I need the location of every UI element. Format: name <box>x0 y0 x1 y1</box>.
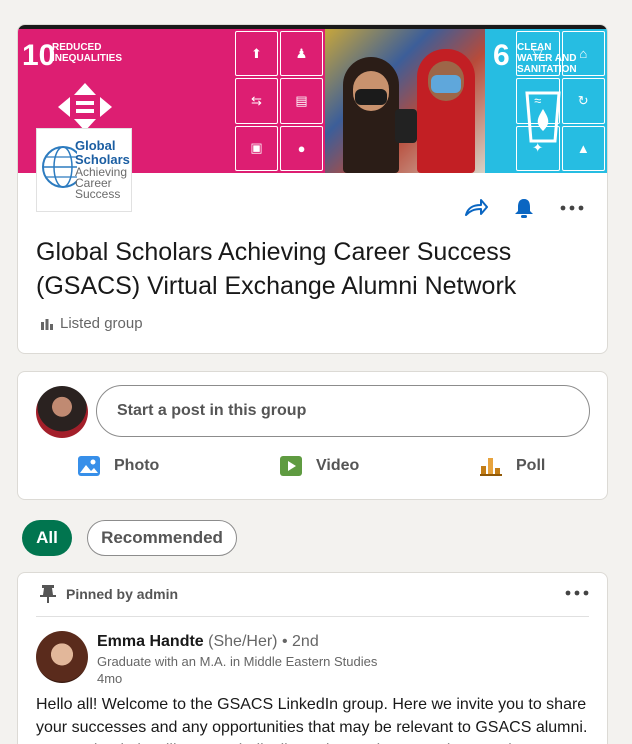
visibility-label: Listed group <box>60 315 143 332</box>
start-post-input[interactable]: Start a post in this group <box>96 385 590 437</box>
pinned-label: Pinned by admin <box>66 586 179 602</box>
video-button[interactable]: Video <box>280 456 359 476</box>
divider <box>36 616 589 617</box>
author-pronouns: (She/Her) <box>208 633 278 650</box>
video-icon <box>280 456 302 476</box>
water-glass-icon <box>525 91 561 143</box>
post-composer: Start a post in this group Photo Video P… <box>17 371 608 500</box>
book-icon: ▣ <box>235 125 278 171</box>
post-more-icon[interactable] <box>565 583 589 601</box>
author-avatar[interactable] <box>36 631 88 683</box>
group-icon <box>41 318 53 330</box>
more-icon[interactable] <box>559 195 585 221</box>
sdg6-text: CLEAN WATER AND SANITATION <box>517 42 577 75</box>
globe-icon <box>42 146 77 188</box>
people-icon: ♟ <box>280 31 323 77</box>
author-line: Emma Handte (She/Her) • 2nd <box>97 633 319 651</box>
poll-label: Poll <box>516 457 546 474</box>
person-icon: ● <box>280 125 323 171</box>
post-body: Hello all! Welcome to the GSACS LinkedIn… <box>36 696 588 744</box>
flow-icon: ⇆ <box>235 78 278 124</box>
group-visibility: Listed group <box>40 315 143 332</box>
connection-degree: • 2nd <box>281 633 319 650</box>
photo-label: Photo <box>114 457 160 474</box>
pin-icon <box>40 585 56 603</box>
video-label: Video <box>316 457 360 474</box>
logo-line5: Success <box>75 187 121 201</box>
sdg10-number: 10 <box>22 39 56 72</box>
share-icon[interactable] <box>463 195 489 221</box>
logo-tagline: Achieving Career Success <box>75 166 127 201</box>
equality-arrows-icon <box>58 83 112 131</box>
group-header-card: 10 REDUCED INEQUALITIES ⬆ ♟ ⇆ ▤ ▣ ● 6 CL… <box>17 24 608 354</box>
poll-icon <box>480 458 502 476</box>
filter-all[interactable]: All <box>22 520 72 556</box>
pinned-row: Pinned by admin <box>40 585 178 603</box>
photo-button[interactable]: Photo <box>78 456 159 476</box>
sdg10-text: REDUCED INEQUALITIES <box>52 42 123 64</box>
group-actions <box>463 195 585 221</box>
post-time: 4mo <box>97 671 123 686</box>
banner-photo <box>325 29 485 173</box>
group-title: Global Scholars Achieving Career Success… <box>36 238 517 300</box>
logo-line1: Global <box>75 138 116 153</box>
composer-actions: Photo Video Poll <box>18 456 607 484</box>
document-icon: ▤ <box>280 78 323 124</box>
poll-button[interactable]: Poll <box>480 456 545 476</box>
sdg6-number: 6 <box>493 39 510 72</box>
photo-icon <box>78 456 100 476</box>
mountain-icon: ▲ <box>561 125 605 171</box>
recycle-icon: ↻ <box>561 78 605 124</box>
avatar[interactable] <box>36 386 88 438</box>
sdg6-block: 6 CLEAN WATER AND SANITATION <box>485 29 577 173</box>
group-logo: Global Scholars Achieving Career Success <box>36 128 132 212</box>
author-headline: Graduate with an M.A. in Middle Eastern … <box>97 654 378 669</box>
author-name[interactable]: Emma Handte <box>97 633 204 650</box>
pinned-post: Pinned by admin Emma Handte (She/Her) • … <box>17 572 608 744</box>
coins-icon: ⬆ <box>235 31 278 77</box>
bell-icon[interactable] <box>511 195 537 221</box>
sdg10-tiles: ⬆ ♟ ⇆ ▤ ▣ ● <box>233 29 325 173</box>
filter-recommended[interactable]: Recommended <box>87 520 237 556</box>
